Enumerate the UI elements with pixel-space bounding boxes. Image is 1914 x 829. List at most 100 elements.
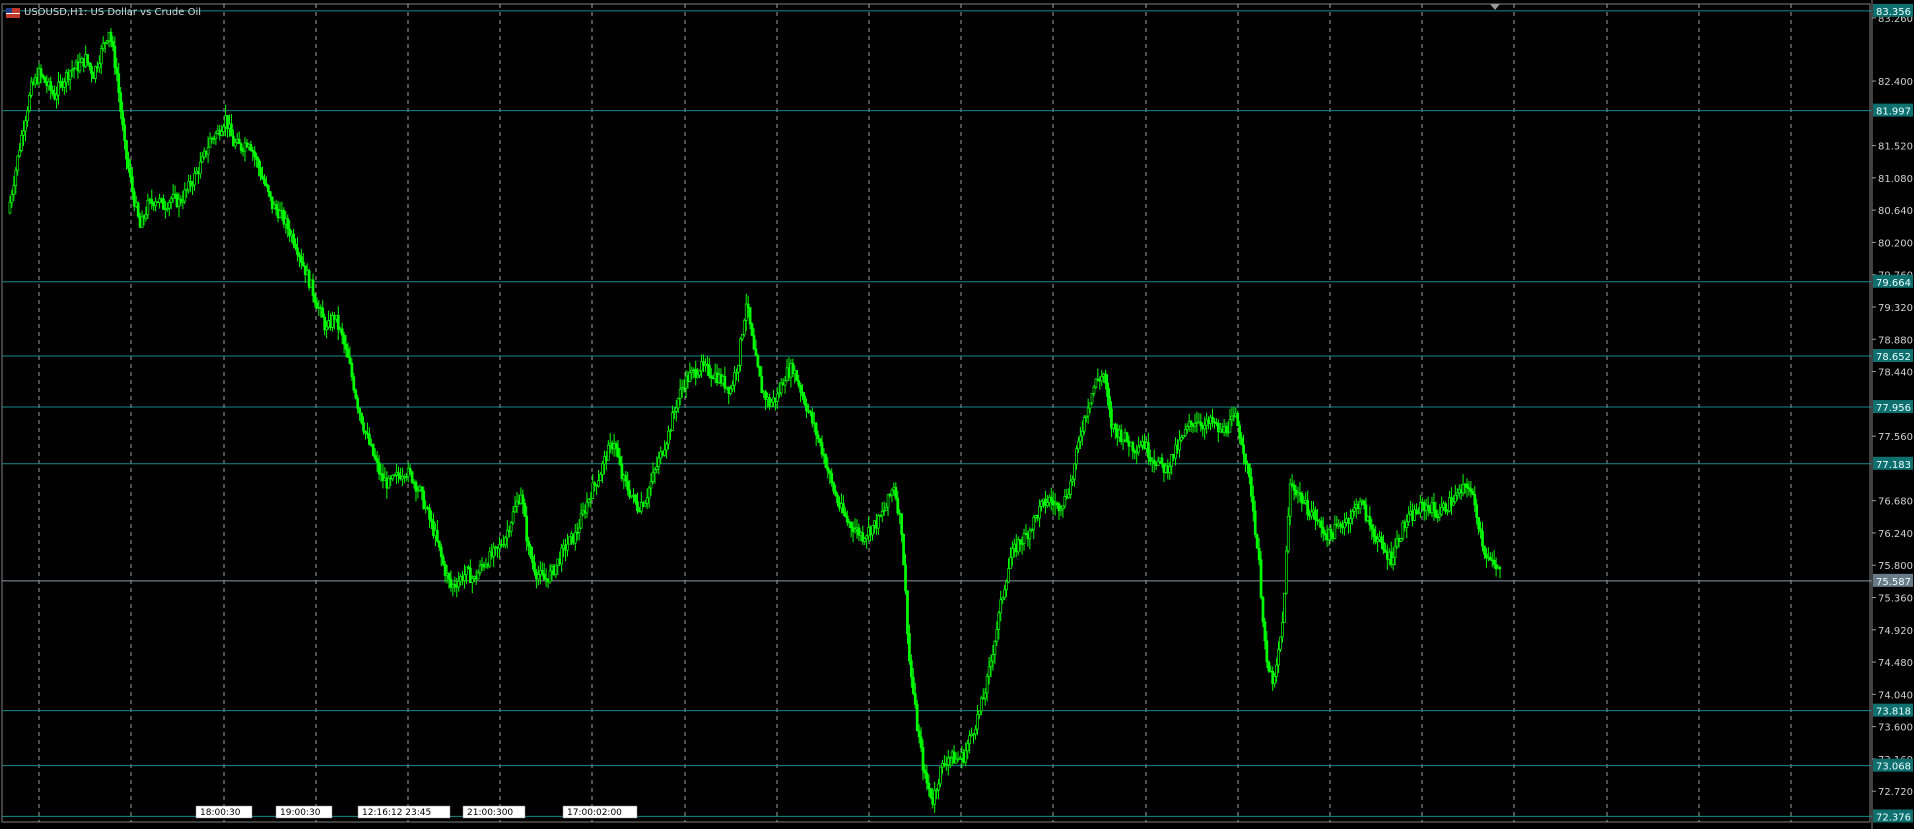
time-tag-label[interactable]: 18:00:30 — [200, 808, 241, 818]
candle-body — [843, 512, 847, 517]
candle-body — [1370, 524, 1374, 530]
time-tag-label[interactable]: 12:16:12 23:45 — [362, 808, 431, 818]
candle-body — [1199, 421, 1203, 427]
candle-body — [1273, 676, 1276, 685]
candle-body — [979, 697, 983, 712]
candle-body — [1156, 460, 1160, 466]
candle-body — [921, 747, 925, 771]
candle-body — [533, 562, 536, 573]
candle-body — [636, 501, 639, 512]
candle-body — [737, 364, 740, 373]
candle-body — [503, 537, 507, 546]
candle-body — [978, 710, 981, 715]
candle-body — [733, 372, 736, 386]
candle-body — [68, 70, 72, 80]
candle-body — [222, 126, 225, 132]
candle-body — [1049, 496, 1053, 502]
candle-body — [447, 573, 451, 580]
candle-body — [90, 66, 93, 74]
candle-body — [233, 142, 237, 147]
chart-area[interactable]: 83.26082.40081.52081.08080.64080.20079.7… — [0, 0, 1914, 829]
candle-body — [129, 167, 132, 178]
candle-body — [731, 384, 734, 390]
candle-body — [136, 202, 140, 217]
price-chart[interactable]: 83.26082.40081.52081.08080.64080.20079.7… — [0, 0, 1914, 829]
candle-body — [28, 94, 31, 112]
candle-body — [97, 63, 101, 69]
axis-tick-label: 76.680 — [1878, 497, 1913, 508]
candle-body — [904, 564, 907, 592]
candle-body — [832, 482, 836, 492]
axis-tick-label: 75.800 — [1878, 561, 1913, 572]
candle-body — [1477, 517, 1480, 530]
candle-body — [579, 513, 583, 529]
candle-body — [1040, 500, 1043, 507]
candle-body — [1306, 499, 1310, 516]
candle-body — [1339, 523, 1343, 527]
candle-body — [834, 490, 837, 496]
candle-body — [884, 506, 888, 511]
candle-body — [1082, 417, 1086, 432]
candle-body — [657, 457, 661, 467]
candle-body — [983, 692, 987, 699]
candle-body — [296, 247, 299, 255]
candle-body — [470, 578, 474, 583]
candle-body — [624, 475, 628, 482]
candle-body — [1498, 567, 1502, 569]
candle-body — [1180, 436, 1183, 441]
candle-body — [1432, 502, 1436, 511]
candle-body — [739, 338, 742, 366]
candle-body — [1434, 509, 1438, 518]
level-tag-label: 83.356 — [1876, 7, 1911, 18]
candle-body — [1492, 560, 1496, 565]
candle-body — [826, 466, 830, 472]
candle-body — [754, 348, 758, 356]
candle-body — [1009, 557, 1012, 569]
candle-body — [527, 540, 530, 547]
candle-body — [1113, 423, 1117, 430]
candle-body — [521, 494, 525, 504]
level-tag-label: 81.997 — [1876, 107, 1911, 118]
time-tag-label[interactable]: 19:00:30 — [280, 808, 321, 818]
candle-body — [492, 547, 496, 557]
candle-body — [597, 480, 600, 487]
candle-body — [1224, 425, 1228, 433]
candle-body — [354, 389, 358, 399]
candle-body — [814, 423, 818, 436]
candle-body — [294, 243, 297, 249]
candle-body — [509, 522, 513, 532]
candle-body — [476, 572, 480, 580]
candle-body — [723, 375, 727, 389]
candle-body — [358, 407, 361, 414]
axis-tick-label: 81.080 — [1878, 174, 1913, 185]
candle-body — [801, 391, 804, 397]
candle-body — [783, 380, 787, 386]
time-tag-label[interactable]: 17:00:02:00 — [567, 808, 622, 818]
candle-body — [795, 370, 799, 382]
candle-body — [214, 132, 218, 139]
shift-marker-icon[interactable] — [1490, 4, 1500, 10]
candle-body — [1032, 517, 1036, 530]
axis-tick-label: 73.600 — [1878, 723, 1913, 734]
candle-body — [770, 401, 773, 407]
candle-body — [99, 48, 103, 65]
candle-body — [261, 175, 264, 180]
candle-body — [742, 320, 746, 335]
candle-body — [1372, 528, 1376, 537]
candle-body — [1380, 536, 1383, 543]
candle-body — [911, 676, 915, 694]
axis-tick-label: 75.360 — [1878, 594, 1913, 605]
candle-body — [566, 543, 569, 551]
time-tag-label[interactable]: 21:00:300 — [467, 808, 513, 818]
candle-body — [259, 167, 262, 177]
candle-body — [643, 502, 647, 507]
candle-body — [1080, 430, 1084, 437]
candle-body — [1168, 465, 1172, 474]
candle-body — [111, 41, 115, 47]
candle-body — [999, 599, 1003, 614]
candle-body — [750, 323, 754, 336]
candle-body — [22, 130, 25, 136]
candle-body — [55, 94, 58, 100]
candle-body — [1261, 597, 1265, 623]
candle-body — [653, 469, 657, 474]
